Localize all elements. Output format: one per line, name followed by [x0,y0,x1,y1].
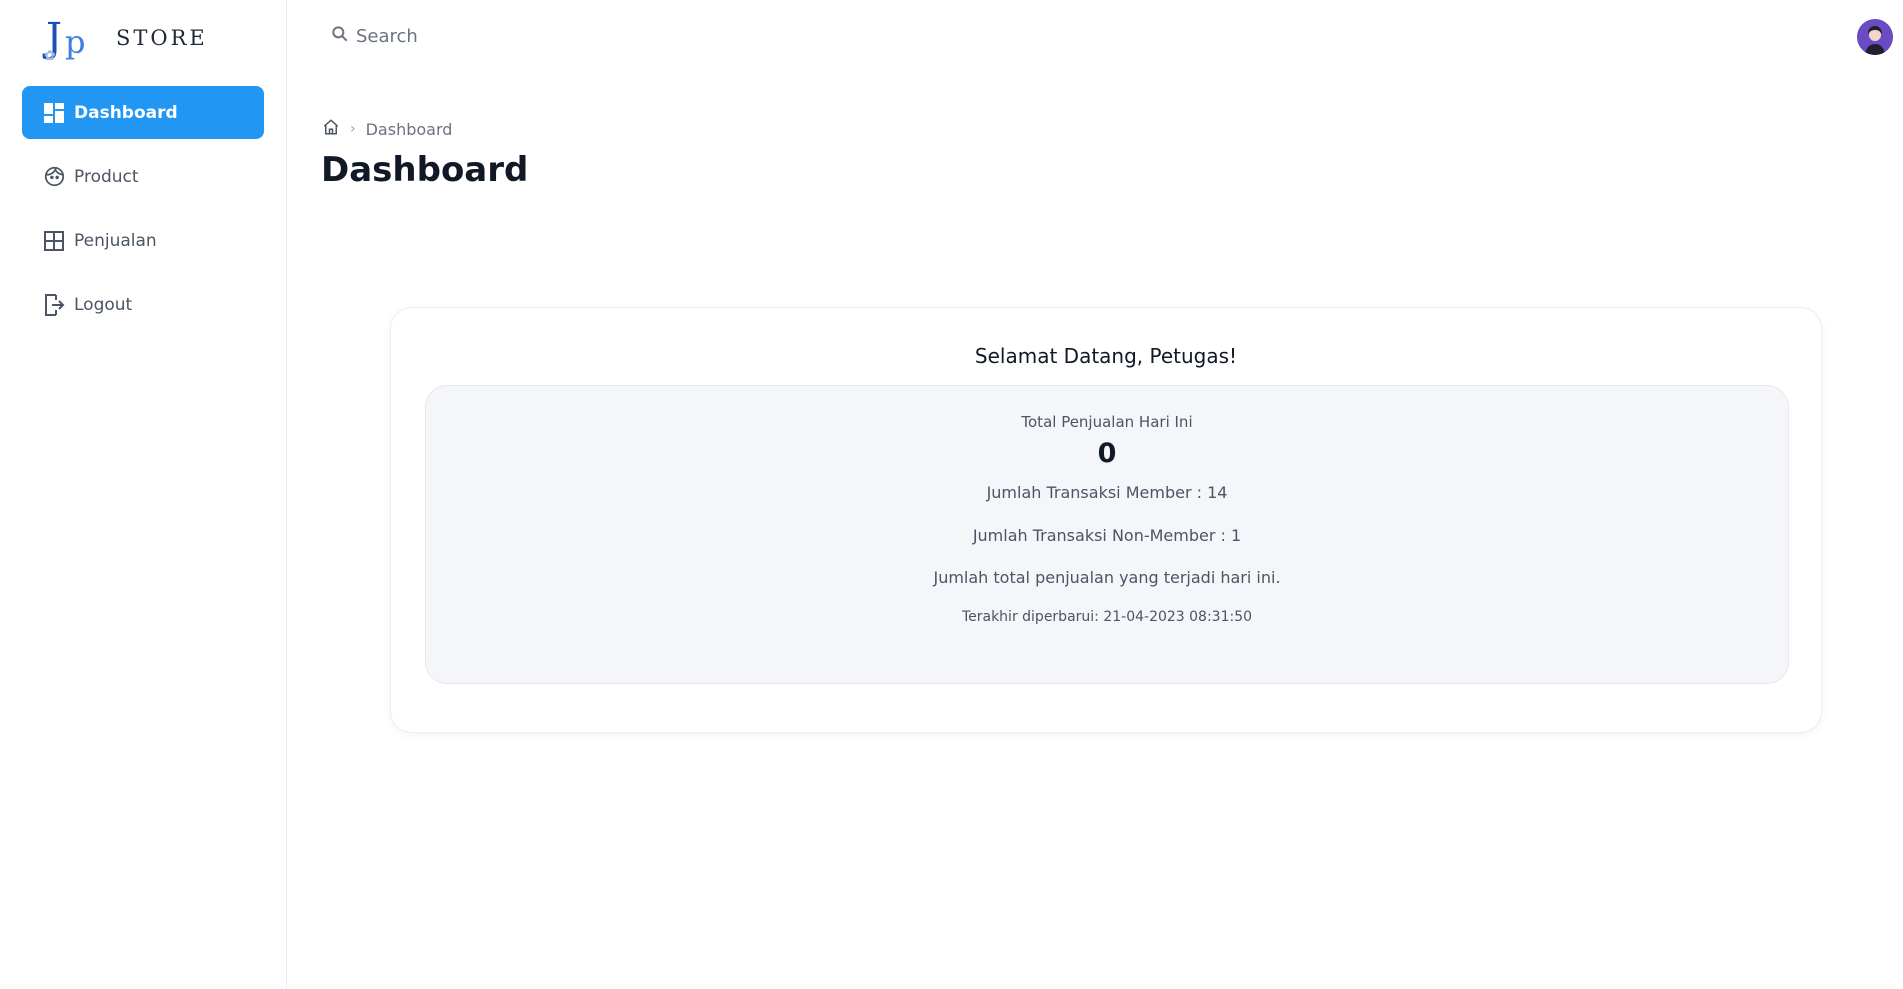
sidebar-item-label: Product [74,166,139,187]
total-sales-label: Total Penjualan Hari Ini [1021,413,1193,431]
home-icon[interactable] [322,118,340,140]
sidebar-item-label: Logout [74,294,133,315]
welcome-heading: Selamat Datang, Petugas! [974,344,1238,368]
breadcrumb: › Dashboard [322,118,452,140]
grid-icon [43,230,65,252]
sidebar-item-dashboard[interactable]: Dashboard [22,86,264,139]
dashboard-icon [43,102,65,124]
breadcrumb-current: Dashboard [365,119,453,139]
search-bar [330,22,590,50]
sales-summary-panel: Total Penjualan Hari Ini 0 Jumlah Transa… [425,385,1789,684]
brand[interactable]: Jp ✿ STORE [42,14,208,64]
sales-description: Jumlah total penjualan yang terjadi hari… [933,568,1281,587]
total-sales-value: 0 [1097,438,1117,469]
sidebar-item-label: Penjualan [74,230,157,251]
search-icon [330,24,350,48]
sidebar-item-logout[interactable]: Logout [22,278,264,331]
sidebar-nav: Dashboard Product Penjualan Logout [22,86,264,342]
face-icon [43,166,65,188]
brand-name: STORE [116,26,208,50]
sidebar: Jp ✿ STORE Dashboard Product Penjualan L… [0,0,287,989]
sidebar-item-label: Dashboard [74,102,178,123]
chevron-right-icon: › [350,121,356,137]
logout-icon [43,293,65,316]
sidebar-item-penjualan[interactable]: Penjualan [22,214,264,267]
sidebar-item-product[interactable]: Product [22,150,264,203]
avatar[interactable] [1857,19,1893,55]
brand-logo: Jp ✿ [44,15,86,64]
search-input[interactable] [356,25,576,47]
page-title: Dashboard [321,150,529,190]
nonmember-transactions: Jumlah Transaksi Non-Member : 1 [972,526,1242,545]
last-updated: Terakhir diperbarui: 21-04-2023 08:31:50 [961,609,1253,625]
welcome-card: Selamat Datang, Petugas! Total Penjualan… [390,307,1822,733]
member-transactions: Jumlah Transaksi Member : 14 [986,483,1228,502]
